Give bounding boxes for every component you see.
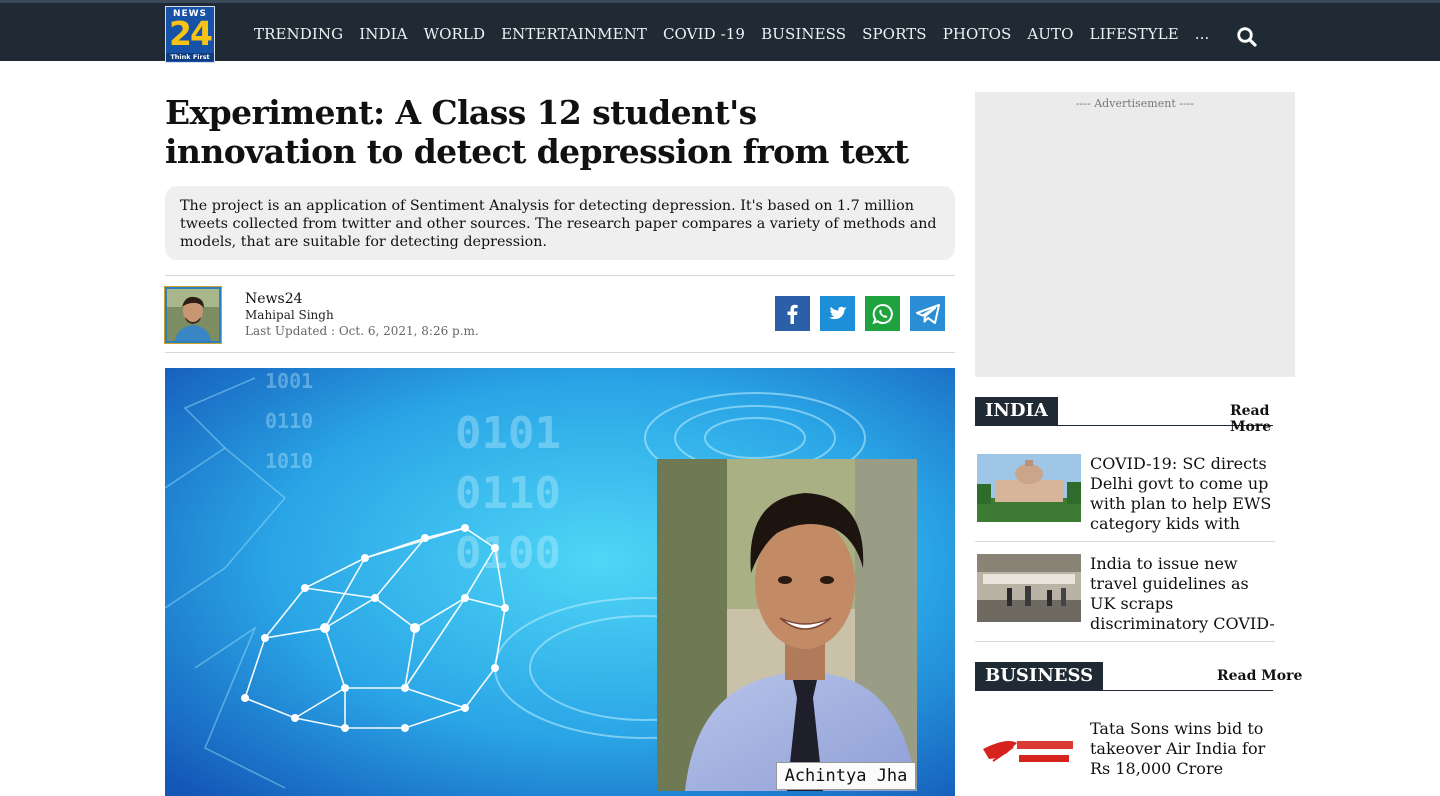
nav-item-covid-19[interactable]: COVID -19 bbox=[663, 25, 745, 43]
top-navigation-bar: NEWS 24 Think First TRENDING INDIA WORLD… bbox=[0, 0, 1440, 64]
twitter-icon bbox=[828, 306, 847, 319]
india-news-item-1[interactable]: COVID-19: SC directs Delhi govt to come … bbox=[975, 454, 1275, 542]
india-news-item-2[interactable]: India to issue new travel guidelines as … bbox=[975, 554, 1275, 642]
nav-item-entertainment[interactable]: ENTERTAINMENT bbox=[501, 25, 647, 43]
main-nav: TRENDING INDIA WORLD ENTERTAINMENT COVID… bbox=[246, 3, 1217, 64]
nav-item-photos[interactable]: PHOTOS bbox=[943, 25, 1012, 43]
india-read-more-link[interactable]: Read More bbox=[1230, 403, 1305, 435]
section-title-business[interactable]: BUSINESS bbox=[975, 662, 1104, 690]
news24-logo[interactable]: NEWS 24 Think First bbox=[165, 6, 215, 63]
nav-item-trending[interactable]: TRENDING bbox=[254, 25, 343, 43]
svg-text:0110: 0110 bbox=[265, 409, 313, 433]
article-title: Experiment: A Class 12 student's innovat… bbox=[165, 93, 909, 171]
telegram-share-button[interactable] bbox=[910, 296, 945, 331]
author-avatar[interactable] bbox=[164, 286, 222, 344]
nav-item-business[interactable]: BUSINESS bbox=[761, 25, 846, 43]
news-title: India to issue new travel guidelines as … bbox=[1090, 554, 1275, 633]
section-divider bbox=[975, 425, 1273, 426]
news-thumbnail bbox=[977, 554, 1081, 622]
business-section-header: BUSINESS Read More bbox=[975, 662, 1305, 692]
news-thumbnail bbox=[977, 454, 1081, 522]
share-buttons bbox=[775, 296, 945, 331]
news-title: COVID-19: SC directs Delhi govt to come … bbox=[1090, 454, 1272, 533]
svg-text:1010: 1010 bbox=[265, 449, 313, 473]
author-row: News24 Mahipal Singh Last Updated : Oct.… bbox=[164, 275, 955, 353]
svg-text:0101: 0101 bbox=[455, 408, 561, 459]
business-read-more-link[interactable]: Read More bbox=[1217, 668, 1302, 684]
svg-text:0110: 0110 bbox=[455, 468, 561, 519]
business-news-item-1[interactable]: Tata Sons wins bid to takeover Air India… bbox=[975, 719, 1275, 796]
nav-item-auto[interactable]: AUTO bbox=[1027, 25, 1073, 43]
search-icon[interactable] bbox=[1236, 26, 1258, 48]
logo-tagline: Think First bbox=[166, 53, 214, 61]
svg-text:0100: 0100 bbox=[455, 528, 561, 579]
twitter-share-button[interactable] bbox=[820, 296, 855, 331]
nav-item-india[interactable]: INDIA bbox=[359, 25, 407, 43]
whatsapp-share-button[interactable] bbox=[865, 296, 900, 331]
advertisement-label: ---- Advertisement ---- bbox=[1075, 97, 1195, 110]
facebook-icon bbox=[787, 304, 798, 324]
logo-number: 24 bbox=[169, 14, 213, 53]
last-updated: Last Updated : Oct. 6, 2021, 8:26 p.m. bbox=[245, 324, 479, 338]
section-divider bbox=[975, 690, 1273, 691]
image-caption: Achintya Jha bbox=[776, 762, 916, 790]
article-hero-image[interactable]: 0101 0110 0100 1001 0110 1010 bbox=[165, 368, 955, 796]
author-name[interactable]: News24 bbox=[245, 291, 303, 307]
svg-text:1001: 1001 bbox=[265, 369, 313, 393]
nav-item-lifestyle[interactable]: LIFESTYLE bbox=[1090, 25, 1179, 43]
nav-more-button[interactable]: ... bbox=[1195, 25, 1210, 43]
news-title: Tata Sons wins bid to takeover Air India… bbox=[1090, 719, 1266, 778]
article-summary: The project is an application of Sentime… bbox=[165, 186, 955, 260]
author-byline: Mahipal Singh bbox=[245, 308, 334, 322]
section-title-india[interactable]: INDIA bbox=[975, 397, 1058, 425]
air-india-logo-thumbnail bbox=[977, 719, 1081, 787]
india-section-header: INDIA Read More bbox=[975, 397, 1305, 435]
advertisement-slot[interactable]: ---- Advertisement ---- bbox=[975, 92, 1295, 377]
whatsapp-icon bbox=[871, 303, 893, 324]
telegram-icon bbox=[915, 303, 940, 324]
facebook-share-button[interactable] bbox=[775, 296, 810, 331]
nav-item-world[interactable]: WORLD bbox=[424, 25, 486, 43]
nav-item-sports[interactable]: SPORTS bbox=[862, 25, 927, 43]
